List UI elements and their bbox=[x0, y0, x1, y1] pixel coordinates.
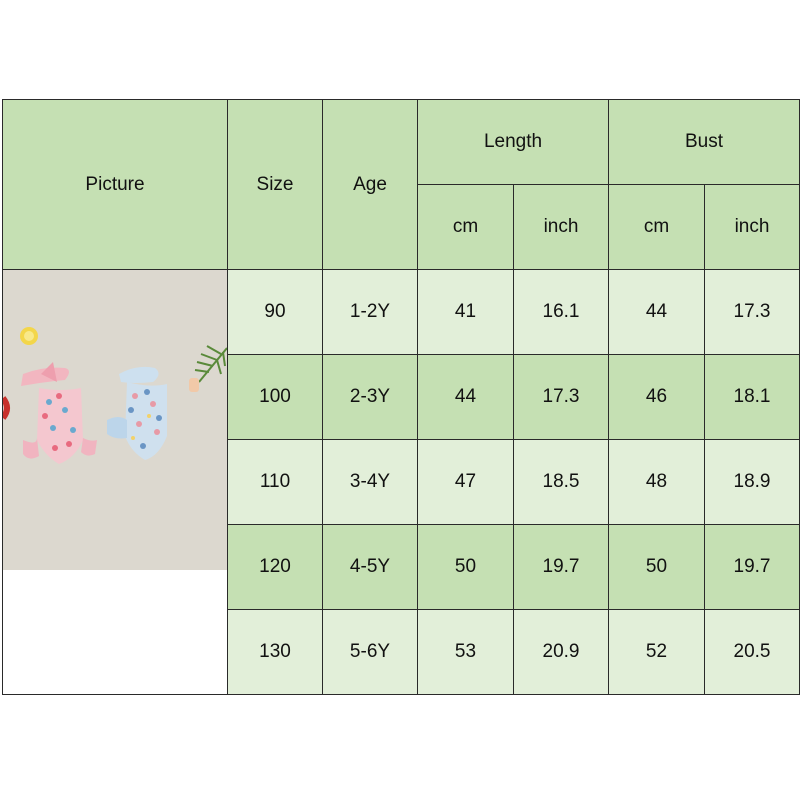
cell-age: 4-5Y bbox=[322, 524, 418, 610]
cell-bust-cm: 46 bbox=[608, 354, 705, 440]
cell-bust-cm: 44 bbox=[608, 269, 705, 355]
cell-bust-inch: 17.3 bbox=[704, 269, 800, 355]
product-picture-cell bbox=[2, 269, 228, 695]
header-length: Length bbox=[417, 99, 609, 185]
cell-length-inch: 19.7 bbox=[513, 524, 609, 610]
cell-bust-inch: 19.7 bbox=[704, 524, 800, 610]
cell-length-inch: 18.5 bbox=[513, 439, 609, 525]
header-picture: Picture bbox=[2, 99, 228, 270]
cell-size: 120 bbox=[227, 524, 323, 610]
cell-size: 110 bbox=[227, 439, 323, 525]
cell-length-cm: 47 bbox=[417, 439, 514, 525]
cell-size: 130 bbox=[227, 609, 323, 695]
cell-size: 100 bbox=[227, 354, 323, 440]
product-photo bbox=[3, 270, 227, 570]
header-size: Size bbox=[227, 99, 323, 270]
cell-length-cm: 41 bbox=[417, 269, 514, 355]
header-age: Age bbox=[322, 99, 418, 270]
cell-age: 5-6Y bbox=[322, 609, 418, 695]
cell-size: 90 bbox=[227, 269, 323, 355]
cell-length-cm: 53 bbox=[417, 609, 514, 695]
cell-bust-cm: 50 bbox=[608, 524, 705, 610]
cell-length-inch: 17.3 bbox=[513, 354, 609, 440]
header-length-cm: cm bbox=[417, 184, 514, 270]
cell-length-inch: 16.1 bbox=[513, 269, 609, 355]
cell-length-inch: 20.9 bbox=[513, 609, 609, 695]
cell-length-cm: 44 bbox=[417, 354, 514, 440]
header-length-inch: inch bbox=[513, 184, 609, 270]
cell-bust-inch: 20.5 bbox=[704, 609, 800, 695]
cell-age: 2-3Y bbox=[322, 354, 418, 440]
cell-age: 1-2Y bbox=[322, 269, 418, 355]
header-bust-inch: inch bbox=[704, 184, 800, 270]
swimsuit-photo-image bbox=[3, 270, 227, 570]
table-row: 90 1-2Y 41 16.1 44 17.3 bbox=[2, 269, 800, 695]
cell-bust-inch: 18.9 bbox=[704, 439, 800, 525]
cell-bust-inch: 18.1 bbox=[704, 354, 800, 440]
cell-age: 3-4Y bbox=[322, 439, 418, 525]
header-bust: Bust bbox=[608, 99, 800, 185]
cell-bust-cm: 48 bbox=[608, 439, 705, 525]
header-bust-cm: cm bbox=[608, 184, 705, 270]
cell-length-cm: 50 bbox=[417, 524, 514, 610]
cell-bust-cm: 52 bbox=[608, 609, 705, 695]
size-chart-table: Picture Size Age Length Bust cm inch cm … bbox=[2, 99, 800, 695]
